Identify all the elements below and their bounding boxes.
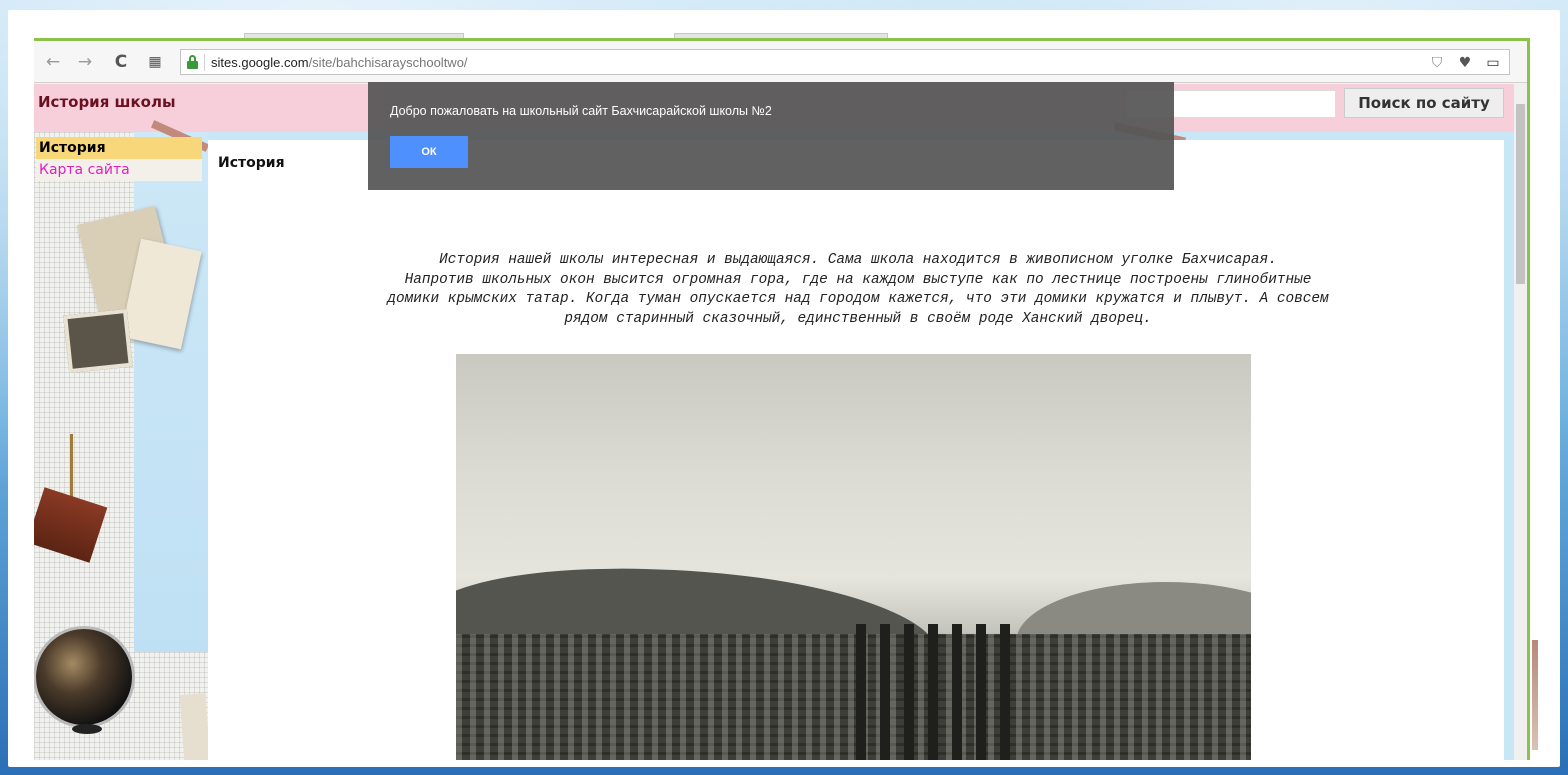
globe-illustration	[36, 629, 132, 725]
browser-toolbar: ← → C ▦ sites.google.com/site/bahchisara…	[34, 41, 1527, 83]
battery-icon[interactable]: ▭	[1485, 55, 1501, 71]
forward-arrow-icon[interactable]: →	[74, 51, 96, 73]
url-text[interactable]: sites.google.com/site/bahchisarayschoolt…	[211, 55, 468, 70]
address-bar[interactable]: sites.google.com/site/bahchisarayschoolt…	[180, 49, 1510, 75]
page-scrollbar[interactable]	[1514, 84, 1527, 760]
welcome-notification: Добро пожаловать на школьный сайт Бахчис…	[368, 82, 1174, 190]
globe-stand-illustration	[72, 724, 102, 734]
url-path: /site/bahchisarayschooltwo/	[308, 55, 468, 70]
scrollbar-thumb[interactable]	[1516, 104, 1525, 284]
reload-icon[interactable]: C	[110, 51, 132, 73]
heart-icon[interactable]: ♥	[1457, 55, 1473, 71]
page-heading: История	[218, 155, 285, 171]
book-illustration	[179, 693, 211, 760]
paragraph-line: рядом старинный сказочный, единственный …	[564, 310, 1152, 327]
town-panorama-photo	[456, 354, 1251, 760]
paragraph-line: История нашей школы интересная и выдающа…	[439, 252, 1277, 268]
edge-decoration	[1532, 640, 1538, 750]
notification-text: Добро пожаловать на школьный сайт Бахчис…	[390, 104, 772, 118]
site-title[interactable]: История школы	[38, 93, 176, 111]
paragraph-line: домики крымских татар. Когда туман опуск…	[387, 291, 1329, 307]
history-paragraph: История нашей школы интересная и выдающа…	[228, 251, 1488, 329]
url-host: sites.google.com	[211, 55, 309, 70]
sidebar-item-sitemap[interactable]: Карта сайта	[36, 159, 202, 181]
ok-button[interactable]: ОК	[390, 136, 468, 168]
lock-icon	[187, 55, 198, 69]
paragraph-line: Напротив школьных окон высится огромная …	[404, 271, 1312, 288]
main-content: История История нашей школы интересная и…	[208, 140, 1504, 760]
shield-icon[interactable]: ⛉	[1429, 55, 1445, 71]
site-search-button[interactable]: Поиск по сайту	[1344, 88, 1504, 118]
address-separator	[204, 54, 205, 71]
sidebar-item-history[interactable]: История	[36, 137, 202, 159]
back-arrow-icon[interactable]: ←	[42, 51, 64, 73]
apps-grid-icon[interactable]: ▦	[144, 51, 166, 73]
old-photo-illustration	[63, 308, 133, 374]
